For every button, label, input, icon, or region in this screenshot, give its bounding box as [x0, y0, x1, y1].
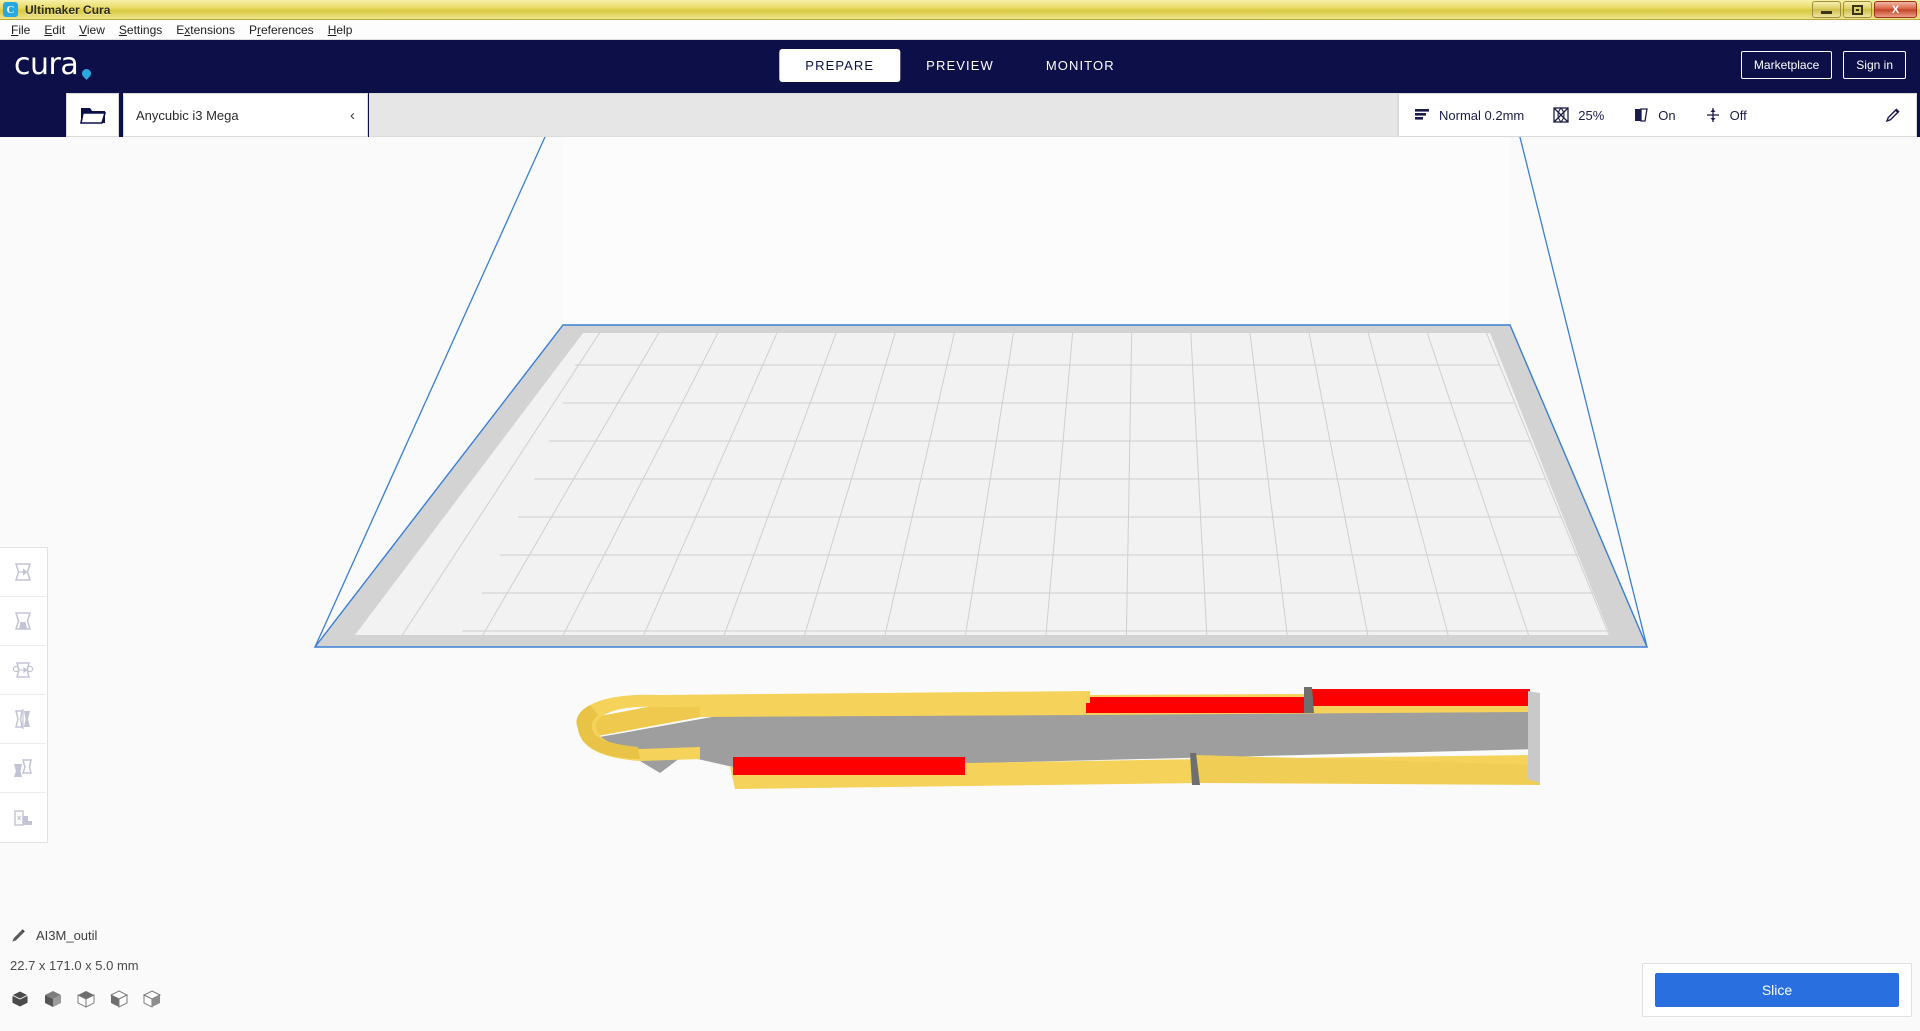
- minimize-icon: [1821, 11, 1832, 14]
- os-title-bar: C Ultimaker Cura X: [0, 0, 1920, 20]
- marketplace-button[interactable]: Marketplace: [1740, 51, 1833, 79]
- mirror-tool-icon: [11, 707, 35, 731]
- top-view-icon[interactable]: [76, 989, 96, 1009]
- tab-preview[interactable]: PREVIEW: [900, 49, 1020, 82]
- printer-selector[interactable]: Anycubic i3 Mega ‹: [123, 93, 368, 137]
- support-icon: [1632, 106, 1650, 124]
- support-blocker-icon: [11, 806, 35, 830]
- minimize-button[interactable]: [1812, 1, 1841, 18]
- setting-adhesion[interactable]: Off: [1704, 106, 1747, 124]
- menu-edit[interactable]: Edit: [37, 21, 72, 39]
- slice-button[interactable]: Slice: [1655, 973, 1899, 1007]
- model-right-endcap: [1528, 691, 1540, 783]
- per-model-settings-icon: [11, 756, 35, 780]
- restore-icon: [1852, 4, 1863, 15]
- tab-monitor[interactable]: MONITOR: [1020, 49, 1141, 82]
- model-ai3m-outil[interactable]: [576, 687, 1541, 789]
- menu-extensions[interactable]: Extensions: [169, 21, 242, 39]
- print-settings-selector[interactable]: Normal 0.2mm 25% On Off: [1398, 93, 1917, 137]
- logo-text: cura: [14, 47, 79, 82]
- rotate-tool-button[interactable]: [0, 646, 46, 695]
- infill-value: 25%: [1578, 107, 1605, 123]
- close-button[interactable]: X: [1874, 1, 1917, 18]
- build-volume-scene: [313, 137, 1649, 789]
- menu-help[interactable]: Help: [321, 21, 360, 39]
- open-file-button[interactable]: [66, 93, 119, 137]
- restore-button[interactable]: [1843, 1, 1872, 18]
- cura-wordmark: cura: [14, 47, 94, 82]
- mirror-tool-button[interactable]: [0, 695, 46, 744]
- setting-layer-height[interactable]: Normal 0.2mm: [1413, 106, 1524, 124]
- right-view-icon[interactable]: [142, 989, 162, 1009]
- layer-height-icon: [1413, 106, 1431, 124]
- move-tool-icon: [11, 560, 35, 584]
- 3d-viewport[interactable]: AI3M_outil 22.7 x 171.0 x 5.0 mm Slice: [0, 137, 1920, 1031]
- rotate-tool-icon: [11, 658, 35, 682]
- pencil-icon[interactable]: [10, 927, 27, 944]
- object-name: AI3M_outil: [36, 928, 98, 943]
- slice-panel: Slice: [1642, 963, 1912, 1017]
- window-controls: X: [1810, 1, 1920, 19]
- camera-view-buttons: [10, 989, 162, 1009]
- scale-tool-button[interactable]: [0, 597, 46, 646]
- object-name-row: AI3M_outil: [10, 927, 162, 944]
- scale-tool-icon: [11, 609, 35, 633]
- setting-infill[interactable]: 25%: [1552, 106, 1604, 124]
- menu-settings[interactable]: Settings: [112, 21, 169, 39]
- model-tools-toolbar: [0, 547, 48, 843]
- support-value: On: [1658, 107, 1676, 123]
- menu-view[interactable]: View: [72, 21, 112, 39]
- chevron-left-icon: ‹: [350, 106, 355, 124]
- pencil-icon[interactable]: [1884, 106, 1902, 124]
- move-tool-button[interactable]: [0, 548, 46, 597]
- logo-dot-icon: [80, 67, 94, 80]
- support-blocker-tool-button[interactable]: [0, 793, 46, 842]
- tab-prepare[interactable]: PREPARE: [779, 48, 901, 82]
- open-folder-icon: [79, 105, 106, 125]
- isometric-view-icon[interactable]: [10, 989, 30, 1009]
- sign-in-button[interactable]: Sign in: [1843, 51, 1906, 79]
- cura-application-window: C Ultimaker Cura X File Edit View Settin…: [0, 0, 1920, 1031]
- window-title: Ultimaker Cura: [25, 2, 111, 17]
- object-info-panel: AI3M_outil 22.7 x 171.0 x 5.0 mm: [10, 927, 162, 1009]
- app-header: cura PREPARE PREVIEW MONITOR Marketplace…: [0, 40, 1920, 90]
- model-overhang-strip-front: [733, 757, 965, 775]
- left-view-icon[interactable]: [109, 989, 129, 1009]
- infill-icon: [1552, 106, 1570, 124]
- menu-preferences[interactable]: Preferences: [242, 21, 321, 39]
- material-extruder-strip: [369, 93, 1398, 137]
- header-actions: Marketplace Sign in: [1740, 51, 1920, 79]
- layer-height-value: Normal 0.2mm: [1439, 107, 1525, 123]
- object-dimensions: 22.7 x 171.0 x 5.0 mm: [10, 958, 139, 973]
- menu-file[interactable]: File: [4, 21, 37, 39]
- printer-settings-bar: Anycubic i3 Mega ‹ Normal 0.2mm 25% On O…: [0, 90, 1920, 137]
- printer-name-label: Anycubic i3 Mega: [136, 107, 239, 123]
- setting-support[interactable]: On: [1632, 106, 1676, 124]
- menu-bar: File Edit View Settings Extensions Prefe…: [0, 20, 1920, 40]
- model-overhang-strip-far-right: [1308, 689, 1530, 706]
- main-nav-tabs: PREPARE PREVIEW MONITOR: [779, 48, 1141, 82]
- adhesion-icon: [1704, 106, 1722, 124]
- build-volume-back-wall: [563, 137, 1510, 325]
- model-overhang-strip-middle: [1086, 697, 1308, 713]
- front-view-icon[interactable]: [43, 989, 63, 1009]
- per-model-settings-tool-button[interactable]: [0, 744, 46, 793]
- cura-logo-icon: C: [3, 2, 18, 17]
- adhesion-value: Off: [1729, 107, 1747, 123]
